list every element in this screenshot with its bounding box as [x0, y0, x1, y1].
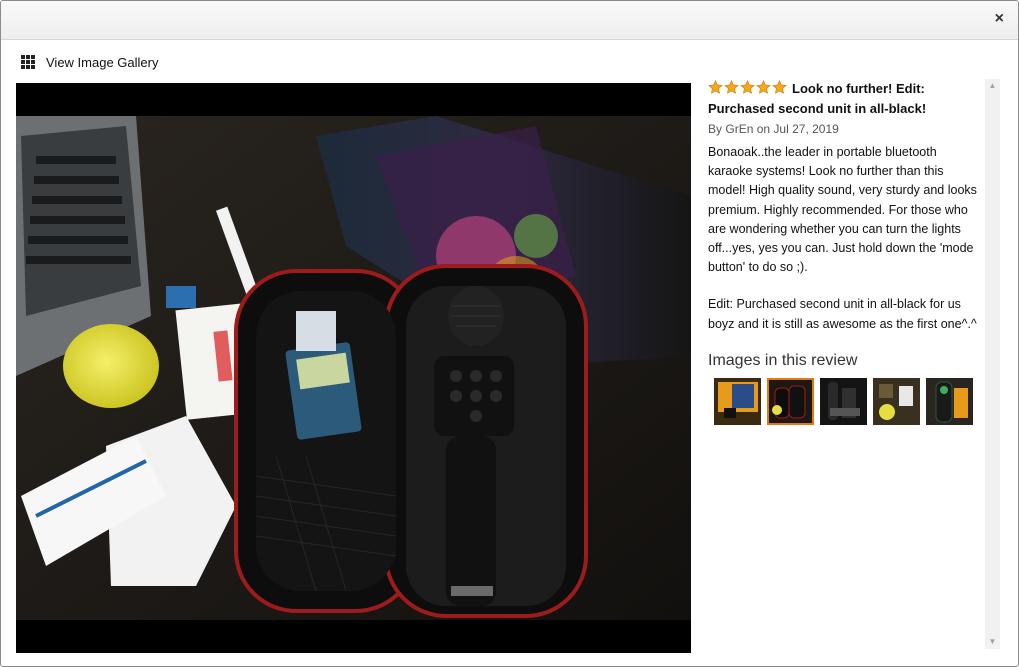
review-thumbnail[interactable] — [873, 377, 920, 425]
review-paragraph: Edit: Purchased second unit in all-black… — [708, 297, 977, 331]
star-icon — [772, 80, 787, 94]
review-byline: By GrEn on Jul 27, 2019 — [708, 121, 983, 137]
review-thumbnail-selected[interactable] — [767, 377, 814, 425]
review-panel: Look no further! Edit: Purchased second … — [708, 79, 983, 425]
review-author[interactable]: GrEn — [725, 122, 753, 136]
review-date: Jul 27, 2019 — [773, 122, 839, 136]
review-scrollbar[interactable]: ▲ ▼ — [985, 79, 1000, 649]
date-prefix: on — [756, 122, 771, 136]
grid-icon — [21, 54, 36, 70]
review-paragraph: Bonaoak..the leader in portable bluetoot… — [708, 145, 977, 275]
modal-header: × — [1, 1, 1018, 40]
review-header: Look no further! Edit: Purchased second … — [708, 79, 983, 119]
star-icon — [708, 80, 723, 94]
scroll-down-arrow-icon[interactable]: ▼ — [985, 635, 1000, 649]
gallery-label: View Image Gallery — [46, 54, 159, 70]
review-body: Bonaoak..the leader in portable bluetoot… — [708, 143, 983, 334]
by-prefix: By — [708, 122, 723, 136]
images-in-review-title: Images in this review — [708, 351, 858, 369]
review-photo — [16, 116, 691, 620]
review-thumbnail[interactable] — [926, 377, 973, 425]
close-button[interactable]: × — [995, 11, 1004, 27]
view-image-gallery-link[interactable]: View Image Gallery — [21, 53, 158, 71]
image-gallery-modal: × View Image Gallery Look no further! Ed… — [0, 0, 1019, 667]
review-thumbnail[interactable] — [820, 377, 867, 425]
review-thumbnail[interactable] — [714, 377, 761, 425]
star-rating — [708, 80, 788, 95]
main-image-viewer — [16, 83, 691, 653]
scroll-up-arrow-icon[interactable]: ▲ — [985, 79, 1000, 93]
review-thumbnails — [714, 377, 983, 425]
star-icon — [724, 80, 739, 94]
star-icon — [756, 80, 771, 94]
star-icon — [740, 80, 755, 94]
